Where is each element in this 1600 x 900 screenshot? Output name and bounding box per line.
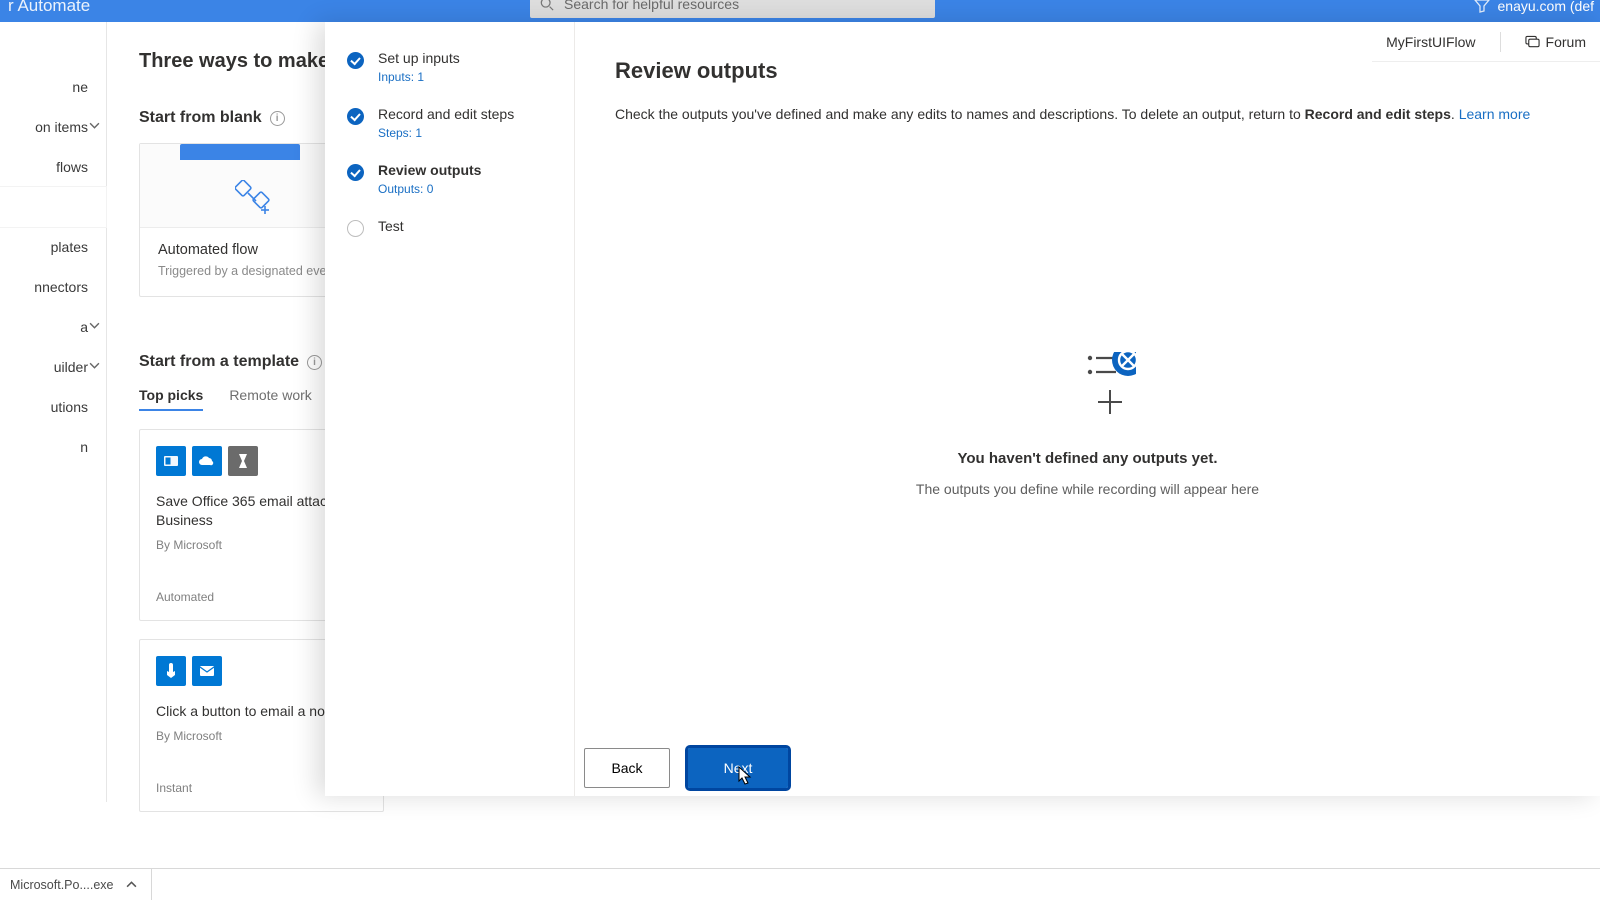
step-meta: Steps: 1 bbox=[378, 126, 514, 140]
step-inputs[interactable]: Set up inputs Inputs: 1 bbox=[347, 50, 552, 84]
tab-remote-work[interactable]: Remote work bbox=[229, 387, 311, 411]
nav-builder[interactable]: uilder bbox=[0, 347, 106, 387]
app-brand: r Automate bbox=[8, 0, 90, 16]
search-input[interactable]: Search for helpful resources bbox=[530, 0, 935, 18]
tab-top-picks[interactable]: Top picks bbox=[139, 387, 203, 411]
blue-bar bbox=[180, 144, 300, 160]
next-button[interactable]: Next bbox=[688, 748, 788, 788]
divider bbox=[1500, 32, 1501, 52]
text: Check the outputs you've defined and mak… bbox=[615, 106, 1305, 122]
flow-name[interactable]: MyFirstUIFlow bbox=[1386, 34, 1475, 50]
label: Start from a template bbox=[139, 353, 299, 371]
nav-action-items[interactable]: on items bbox=[0, 107, 106, 147]
step-meta: Inputs: 1 bbox=[378, 70, 460, 84]
step-label: Set up inputs bbox=[378, 50, 460, 66]
forum-label: Forum bbox=[1546, 34, 1586, 50]
timer-icon bbox=[228, 446, 258, 476]
button-icon bbox=[156, 656, 186, 686]
search-placeholder: Search for helpful resources bbox=[564, 0, 739, 12]
circle-icon bbox=[347, 220, 364, 237]
back-button[interactable]: Back bbox=[584, 748, 670, 788]
nav-connectors[interactable]: nnectors bbox=[0, 267, 106, 307]
nav-learn[interactable]: n bbox=[0, 427, 106, 467]
onedrive-icon bbox=[192, 446, 222, 476]
nav-data[interactable]: a bbox=[0, 307, 106, 347]
learn-more-link[interactable]: Learn more bbox=[1459, 106, 1531, 122]
step-label: Review outputs bbox=[378, 162, 481, 178]
step-label: Test bbox=[378, 218, 404, 234]
mail-icon bbox=[192, 656, 222, 686]
step-test[interactable]: Test bbox=[347, 218, 552, 237]
check-icon bbox=[347, 164, 364, 181]
nav-label: uilder bbox=[54, 359, 88, 375]
org-switcher[interactable]: enayu.com (def bbox=[1474, 0, 1595, 14]
header-bar: r Automate Search for helpful resources … bbox=[0, 0, 1600, 22]
bold-text: Record and edit steps bbox=[1305, 106, 1451, 122]
nav-label: a bbox=[80, 319, 88, 335]
chevron-down-icon bbox=[89, 120, 100, 131]
wizard-panel: Review outputs Check the outputs you've … bbox=[575, 22, 1600, 796]
filter-icon bbox=[1474, 0, 1490, 13]
empty-subtitle: The outputs you define while recording w… bbox=[575, 481, 1600, 497]
wizard-footer: Back Next bbox=[584, 748, 788, 788]
download-bar: Microsoft.Po....exe bbox=[0, 868, 1600, 900]
text: . bbox=[1451, 106, 1459, 122]
download-chip[interactable]: Microsoft.Po....exe bbox=[6, 869, 152, 900]
chevron-down-icon bbox=[89, 320, 100, 331]
empty-title: You haven't defined any outputs yet. bbox=[575, 450, 1600, 467]
nav-create[interactable]: ate bbox=[0, 187, 106, 227]
check-icon bbox=[347, 108, 364, 125]
empty-illustration bbox=[1040, 352, 1136, 424]
outlook-icon bbox=[156, 446, 186, 476]
wizard-description: Check the outputs you've defined and mak… bbox=[615, 104, 1560, 124]
sub-header: MyFirstUIFlow Forum bbox=[1372, 22, 1600, 62]
chevron-down-icon bbox=[89, 360, 100, 371]
nav-flows[interactable]: flows bbox=[0, 147, 106, 187]
chevron-up-icon[interactable] bbox=[126, 879, 137, 890]
download-filename: Microsoft.Po....exe bbox=[10, 878, 114, 892]
org-name: enayu.com (def bbox=[1498, 0, 1595, 14]
step-outputs[interactable]: Review outputs Outputs: 0 bbox=[347, 162, 552, 196]
flow-plus-icon bbox=[235, 180, 275, 214]
step-meta: Outputs: 0 bbox=[378, 182, 481, 196]
cursor-icon bbox=[737, 765, 753, 785]
wizard-steps: Set up inputs Inputs: 1 Record and edit s… bbox=[325, 22, 575, 796]
search-icon bbox=[540, 0, 554, 11]
left-nav: ne on items flows ate plates nnectors a … bbox=[0, 22, 107, 802]
nav-templates[interactable]: plates bbox=[0, 227, 106, 267]
chat-icon bbox=[1525, 35, 1540, 49]
step-record[interactable]: Record and edit steps Steps: 1 bbox=[347, 106, 552, 140]
info-icon[interactable]: i bbox=[270, 111, 285, 126]
nav-label: on items bbox=[35, 119, 88, 135]
nav-solutions[interactable]: utions bbox=[0, 387, 106, 427]
info-icon[interactable]: i bbox=[307, 355, 322, 370]
check-icon bbox=[347, 52, 364, 69]
nav-home[interactable]: ne bbox=[0, 67, 106, 107]
step-label: Record and edit steps bbox=[378, 106, 514, 122]
wizard-overlay: Set up inputs Inputs: 1 Record and edit s… bbox=[325, 22, 1600, 796]
empty-state: You haven't defined any outputs yet. The… bbox=[575, 352, 1600, 497]
forum-link[interactable]: Forum bbox=[1525, 34, 1586, 50]
label: Start from blank bbox=[139, 109, 262, 127]
